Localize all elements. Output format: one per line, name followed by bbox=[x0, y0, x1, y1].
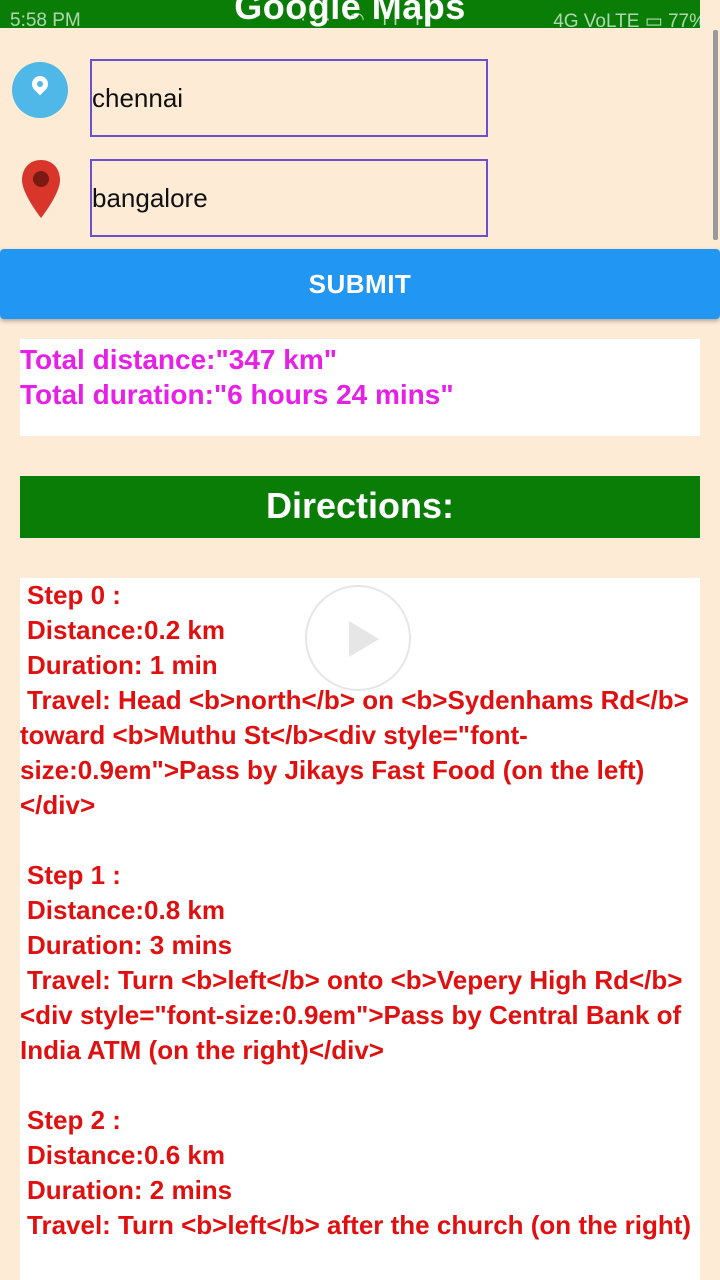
step-distance: Distance:0.8 km bbox=[27, 895, 225, 925]
step-title: Step 1 : bbox=[27, 860, 121, 890]
scrollbar[interactable] bbox=[713, 30, 718, 240]
signal-icons: ··· ◠ ıl ıl bbox=[300, 9, 437, 30]
step-title: Step 2 : bbox=[27, 1105, 121, 1135]
play-icon[interactable] bbox=[305, 585, 411, 691]
route-summary: Total distance:"347 km" Total duration:"… bbox=[20, 339, 700, 436]
step-travel: Travel: Turn <b>left</b> after the churc… bbox=[27, 1210, 692, 1240]
step-travel: Travel: Turn <b>left</b> onto <b>Vepery … bbox=[20, 965, 683, 1065]
step-distance: Distance:0.6 km bbox=[27, 1140, 225, 1170]
battery-level: 77% bbox=[667, 11, 706, 32]
direction-step: Step 2 : Distance:0.6 km Duration: 2 min… bbox=[20, 1103, 700, 1243]
destination-pin-icon bbox=[22, 160, 60, 218]
total-duration: Total duration:"6 hours 24 mins" bbox=[20, 379, 454, 410]
step-travel: Travel: Head <b>north</b> on <b>Sydenham… bbox=[20, 685, 689, 820]
submit-button[interactable]: SUBMIT bbox=[0, 249, 720, 319]
status-bar: 5:58 PM ··· ◠ ıl ıl 4G VoLTE ▭ 77% bbox=[0, 0, 720, 32]
directions-header: Directions: bbox=[20, 476, 700, 538]
step-duration: Duration: 2 mins bbox=[27, 1175, 233, 1205]
total-distance: Total distance:"347 km" bbox=[20, 344, 338, 375]
origin-input[interactable] bbox=[90, 59, 488, 137]
destination-input[interactable] bbox=[90, 159, 488, 237]
step-duration: Duration: 3 mins bbox=[27, 930, 233, 960]
battery-icon: ▭ bbox=[644, 11, 663, 32]
direction-step: Step 1 : Distance:0.8 km Duration: 3 min… bbox=[20, 858, 700, 1068]
network-label: 4G VoLTE bbox=[553, 11, 640, 32]
origin-pin-icon bbox=[12, 62, 68, 118]
status-time: 5:58 PM bbox=[10, 10, 81, 31]
status-right: 4G VoLTE ▭ 77% bbox=[553, 10, 706, 33]
